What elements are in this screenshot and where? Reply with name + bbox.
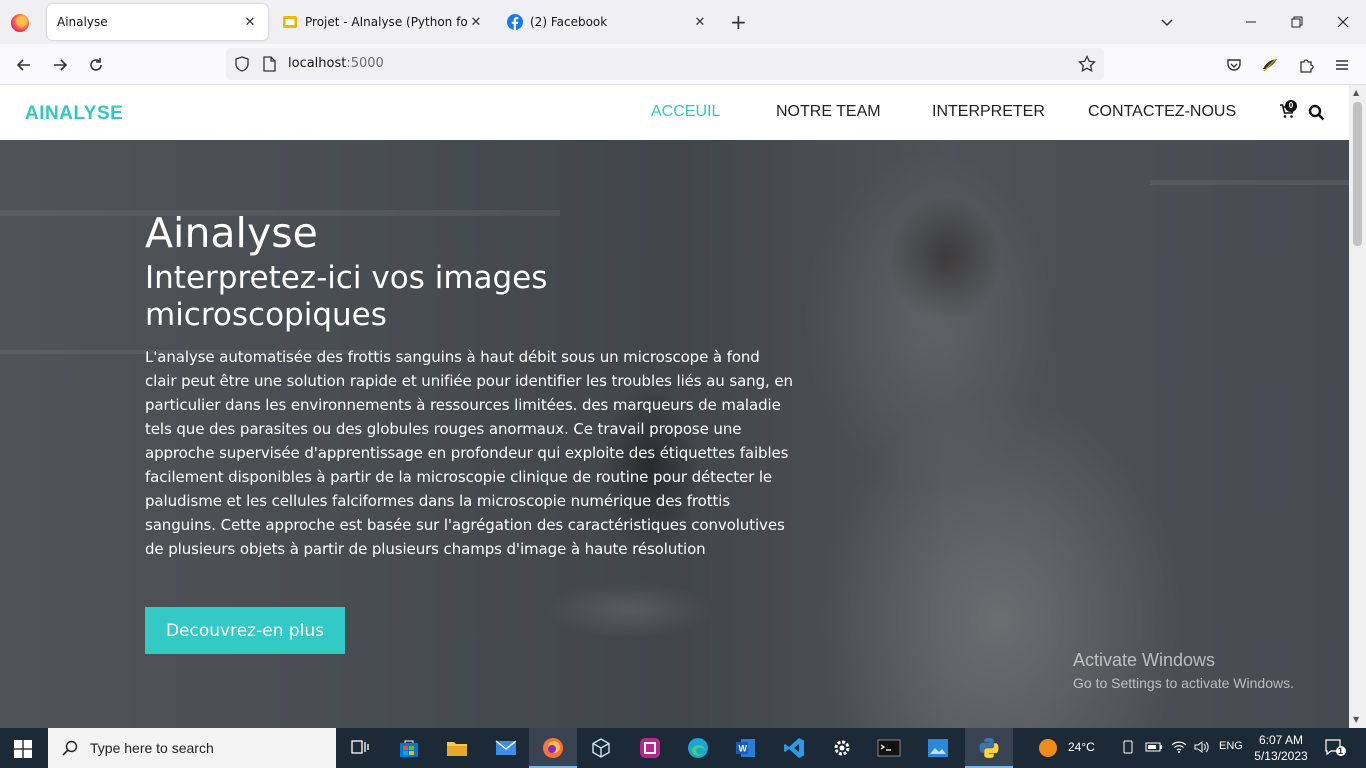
- browser-tab-strip: Ainalyse ✕ Projet - AInalyse (Python for…: [0, 0, 1366, 44]
- url-port: :5000: [346, 56, 384, 71]
- close-icon[interactable]: ✕: [692, 14, 708, 30]
- extensions-puzzle-icon[interactable]: [1295, 54, 1317, 76]
- bookmark-star-icon[interactable]: [1078, 55, 1096, 73]
- battery-icon[interactable]: [1145, 740, 1163, 757]
- nav-link-contactez-nous[interactable]: CONTACTEZ-NOUS: [1088, 103, 1236, 121]
- scroll-down-icon[interactable]: ▼: [1353, 715, 1359, 724]
- url-host: localhost: [288, 56, 347, 71]
- search-icon[interactable]: [1308, 104, 1325, 121]
- task-view-icon[interactable]: [348, 736, 372, 760]
- word-icon[interactable]: W: [734, 736, 758, 760]
- nav-link-interpreter[interactable]: INTERPRETER: [932, 103, 1045, 121]
- chevron-down-icon[interactable]: [1159, 14, 1175, 30]
- extension-icon[interactable]: [1259, 54, 1281, 76]
- python-icon[interactable]: [977, 736, 1001, 760]
- firefox-icon[interactable]: [541, 736, 565, 760]
- shield-icon[interactable]: [234, 56, 250, 72]
- close-window-button[interactable]: [1333, 12, 1353, 32]
- windows-activation-watermark: Activate Windows Go to Settings to activ…: [1073, 650, 1294, 691]
- clock[interactable]: 6:07 AM 5/13/2023: [1252, 732, 1310, 764]
- page-icon[interactable]: [262, 56, 276, 72]
- pocket-icon[interactable]: [1223, 54, 1245, 76]
- minimize-button[interactable]: [1241, 12, 1261, 32]
- page-scrollbar[interactable]: ▲ ▼: [1349, 85, 1366, 728]
- scroll-up-icon[interactable]: ▲: [1353, 88, 1359, 97]
- scrollbar-thumb[interactable]: [1353, 102, 1362, 246]
- vscode-icon[interactable]: [782, 736, 806, 760]
- close-icon[interactable]: ✕: [242, 14, 258, 30]
- nav-link-acceuil[interactable]: ACCEUIL: [651, 103, 720, 121]
- microsoft-store-icon[interactable]: [397, 736, 421, 760]
- facebook-icon: [507, 14, 523, 30]
- reload-icon[interactable]: [85, 54, 107, 76]
- edge-icon[interactable]: [686, 736, 710, 760]
- notification-count: 1: [1338, 746, 1344, 756]
- watermark-title: Activate Windows: [1073, 650, 1216, 670]
- address-bar[interactable]: localhost:5000: [226, 48, 1104, 80]
- tab-title: (2) Facebook: [530, 15, 608, 29]
- close-icon[interactable]: ✕: [468, 14, 484, 30]
- tab-title: Ainalyse: [57, 15, 108, 29]
- wifi-icon[interactable]: [1171, 740, 1187, 757]
- svg-text:W: W: [739, 744, 748, 754]
- terminal-icon[interactable]: [877, 736, 901, 760]
- clock-time: 6:07 AM: [1258, 733, 1304, 747]
- search-placeholder: Type here to search: [90, 740, 214, 756]
- watermark-subtitle: Go to Settings to activate Windows.: [1073, 675, 1294, 691]
- file-explorer-icon[interactable]: [445, 736, 469, 760]
- settings-gear-icon[interactable]: [830, 736, 854, 760]
- hero-subtitle: Interpretez-ici vos images microscopique…: [145, 260, 548, 333]
- photos-icon[interactable]: [926, 736, 950, 760]
- web-page: AINALYSE ACCEUIL NOTRE TEAM INTERPRETER …: [0, 85, 1349, 728]
- weather-temperature[interactable]: 24°C: [1068, 740, 1095, 754]
- tab-title: Projet - AInalyse (Python for IA): [305, 15, 468, 29]
- weather-icon[interactable]: [1038, 738, 1058, 761]
- notification-center-icon[interactable]: [1325, 738, 1347, 761]
- cart-count-badge: 0: [1285, 100, 1297, 112]
- network-status-icon[interactable]: [1121, 740, 1135, 757]
- discover-more-button[interactable]: Decouvrez-en plus: [145, 607, 345, 654]
- restore-button[interactable]: [1287, 12, 1307, 32]
- browser-toolbar: localhost:5000: [0, 44, 1366, 85]
- forward-arrow-icon[interactable]: [49, 54, 71, 76]
- tab-ainalyse[interactable]: Ainalyse ✕: [47, 4, 268, 40]
- url-text[interactable]: localhost:5000: [288, 56, 384, 71]
- hero-content: Ainalyse Interpretez-ici vos images micr…: [145, 208, 795, 561]
- windows-taskbar: Type here to search W 24°C ENG 6:07 AM 5…: [0, 728, 1366, 768]
- clock-date: 5/13/2023: [1254, 749, 1308, 763]
- hamburger-menu-icon[interactable]: [1331, 54, 1353, 76]
- site-header: AINALYSE ACCEUIL NOTRE TEAM INTERPRETER …: [0, 85, 1349, 140]
- volume-icon[interactable]: [1194, 740, 1210, 757]
- hero-description: L'analyse automatisée des frottis sangui…: [145, 348, 793, 558]
- windows-start-icon[interactable]: [14, 740, 32, 758]
- hero-section: Ainalyse Interpretez-ici vos images micr…: [0, 140, 1349, 728]
- tab-projet[interactable]: Projet - AInalyse (Python for IA) ✕: [272, 4, 494, 40]
- site-logo[interactable]: AINALYSE: [25, 103, 123, 125]
- 3d-viewer-icon[interactable]: [589, 736, 613, 760]
- new-tab-button[interactable]: +: [730, 12, 747, 32]
- search-icon: [62, 740, 78, 756]
- firefox-menu-icon[interactable]: [11, 14, 29, 32]
- tab-facebook[interactable]: (2) Facebook ✕: [497, 4, 718, 40]
- app-icon-magenta[interactable]: [638, 736, 662, 760]
- hero-title: Ainalyse: [145, 209, 318, 257]
- slides-icon: [282, 14, 298, 30]
- back-arrow-icon[interactable]: [13, 54, 35, 76]
- taskbar-search-box[interactable]: Type here to search: [48, 728, 336, 768]
- input-language[interactable]: ENG: [1219, 740, 1243, 752]
- mail-icon[interactable]: [494, 736, 518, 760]
- nav-link-notre-team[interactable]: NOTRE TEAM: [776, 103, 881, 121]
